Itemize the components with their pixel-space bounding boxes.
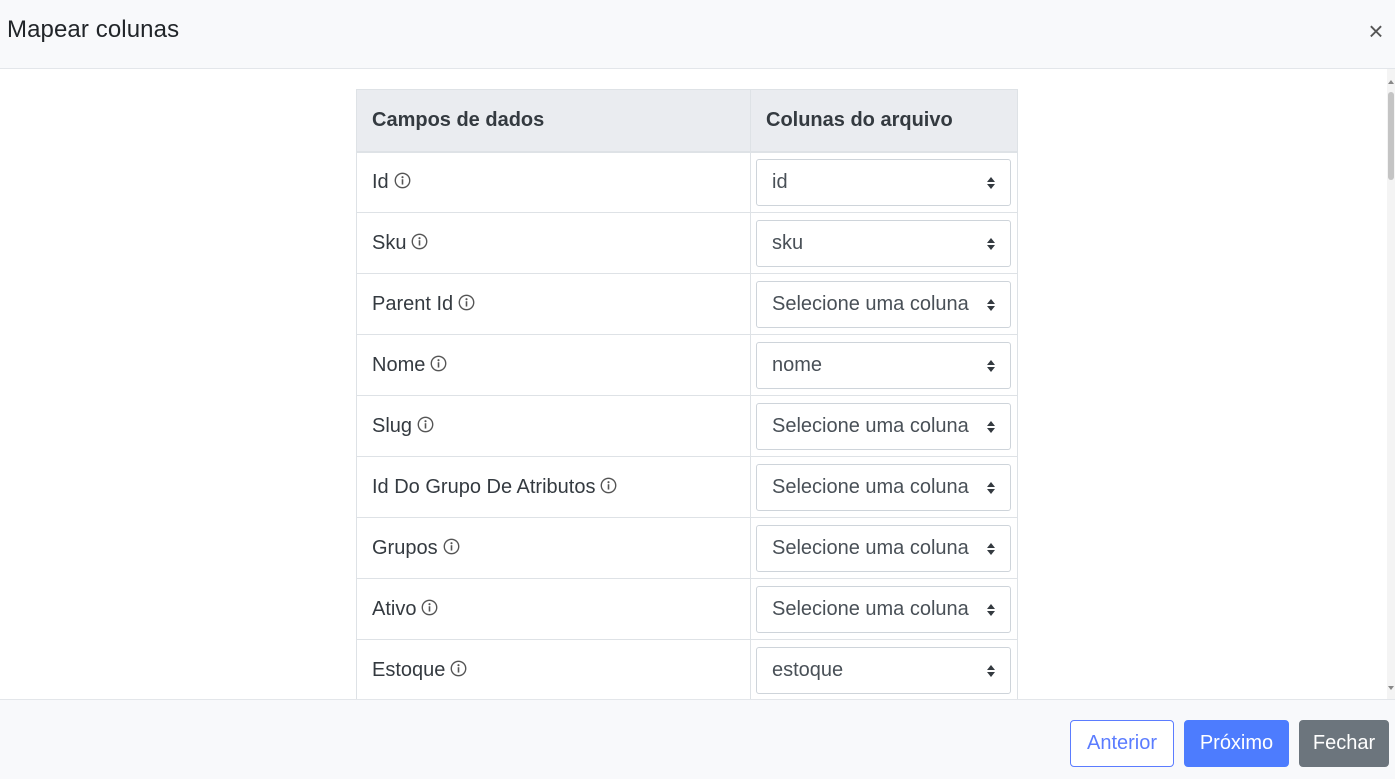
select-value: estoque [772,658,844,681]
next-button[interactable]: Próximo [1184,720,1289,767]
select-arrows-icon [987,176,995,189]
info-icon[interactable] [443,538,460,555]
field-label: Nome [372,353,426,376]
select-value: Selecione uma coluna [772,597,969,620]
info-icon[interactable] [421,599,438,616]
select-arrows-icon [987,481,995,494]
select-value: nome [772,353,823,376]
table-row: Sku sku [356,212,1018,274]
table-row: Id id [356,151,1018,213]
table-row: Nome nome [356,334,1018,396]
select-cell: Selecione uma coluna [750,578,1018,640]
field-label: Id [372,170,389,193]
modal-body: Campos de dados Colunas do arquivo Id id [0,69,1395,699]
select-value: Selecione uma coluna [772,475,969,498]
select-value: Selecione uma coluna [772,292,969,315]
table-row: Id Do Grupo De Atributos Selecione uma c… [356,456,1018,518]
select-cell: Selecione uma coluna [750,395,1018,457]
info-icon[interactable] [458,294,475,311]
field-cell: Ativo [356,578,751,640]
header-data-fields: Campos de dados [356,89,751,153]
column-select[interactable]: Selecione uma coluna [756,463,1011,511]
select-arrows-icon [987,664,995,677]
field-cell: Slug [356,395,751,457]
select-value: Selecione uma coluna [772,414,969,437]
column-select[interactable]: Selecione uma coluna [756,402,1011,450]
table-row: Estoque estoque [356,639,1018,699]
field-label: Sku [372,231,407,254]
modal-title: Mapear colunas [7,16,180,43]
select-arrows-icon [987,359,995,372]
field-label: Grupos [372,536,438,559]
select-cell: Selecione uma coluna [750,456,1018,518]
modal-header: Mapear colunas × [0,0,1395,69]
table-header-row: Campos de dados Colunas do arquivo [356,89,1018,153]
info-icon[interactable] [430,355,447,372]
select-value: sku [772,231,804,254]
info-icon[interactable] [411,233,428,250]
table-row: Grupos Selecione uma coluna [356,517,1018,579]
modal-footer: Anterior Próximo Fechar [0,699,1395,779]
previous-button[interactable]: Anterior [1070,720,1174,767]
select-cell: Selecione uma coluna [750,517,1018,579]
select-cell: estoque [750,639,1018,699]
field-cell: Nome [356,334,751,396]
scroll-down-arrow-icon[interactable] [1388,686,1394,690]
select-cell: sku [750,212,1018,274]
select-cell: id [750,151,1018,213]
select-arrows-icon [987,603,995,616]
select-cell: Selecione uma coluna [750,273,1018,335]
info-icon[interactable] [394,172,411,189]
select-arrows-icon [987,420,995,433]
field-cell: Grupos [356,517,751,579]
select-value: id [772,170,788,193]
close-button[interactable]: Fechar [1299,720,1389,767]
close-icon[interactable]: × [1365,18,1387,44]
column-select[interactable]: sku [756,219,1011,267]
select-cell: nome [750,334,1018,396]
field-cell: Id [356,151,751,213]
column-select[interactable]: nome [756,341,1011,389]
column-select[interactable]: estoque [756,646,1011,694]
field-cell: Parent Id [356,273,751,335]
select-value: Selecione uma coluna [772,536,969,559]
field-cell: Estoque [356,639,751,699]
column-select[interactable]: Selecione uma coluna [756,280,1011,328]
info-icon[interactable] [600,477,617,494]
scroll-up-arrow-icon[interactable] [1388,80,1394,84]
column-select[interactable]: Selecione uma coluna [756,524,1011,572]
select-arrows-icon [987,542,995,555]
field-label: Id Do Grupo De Atributos [372,475,596,498]
column-select[interactable]: Selecione uma coluna [756,585,1011,633]
header-file-columns: Colunas do arquivo [750,89,1018,153]
field-label: Estoque [372,658,446,681]
column-select[interactable]: id [756,158,1011,206]
field-cell: Id Do Grupo De Atributos [356,456,751,518]
select-arrows-icon [987,237,995,250]
field-label: Ativo [372,597,417,620]
table-row: Ativo Selecione uma coluna [356,578,1018,640]
field-label: Slug [372,414,413,437]
select-arrows-icon [987,298,995,311]
table-row: Slug Selecione uma coluna [356,395,1018,457]
column-mapping-table: Campos de dados Colunas do arquivo Id id [356,89,1018,699]
table-row: Parent Id Selecione uma coluna [356,273,1018,335]
info-icon[interactable] [417,416,434,433]
scrollbar-thumb[interactable] [1388,92,1394,180]
info-icon[interactable] [450,660,467,677]
field-label: Parent Id [372,292,454,315]
field-cell: Sku [356,212,751,274]
